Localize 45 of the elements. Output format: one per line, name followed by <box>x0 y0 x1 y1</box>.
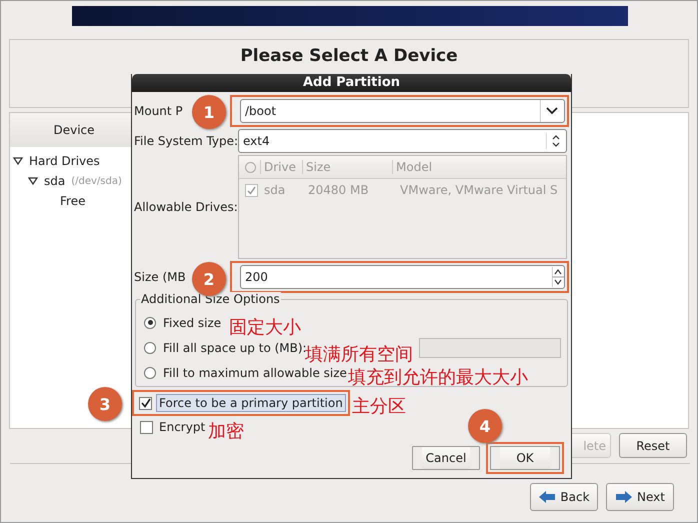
field-label: Size (MB <box>134 270 186 284</box>
column-header: Model <box>392 160 566 174</box>
panel-button[interactable]: Reset <box>619 433 687 458</box>
circle-icon <box>245 162 256 172</box>
field-label: Allowable Drives: <box>134 200 234 214</box>
checkbox[interactable] <box>139 396 152 410</box>
expander-icon[interactable] <box>13 156 23 166</box>
annotation-note: 固定大小 <box>229 316 301 339</box>
mount-point-combo[interactable]: /boot <box>240 99 565 123</box>
table-cell-text: sda <box>263 183 286 197</box>
next-button[interactable]: Next <box>606 483 674 511</box>
table-cell-text: VMware, VMware Virtual S <box>399 183 559 197</box>
size-spin-field[interactable]: 200 <box>240 265 565 289</box>
column-header: Size <box>302 160 392 174</box>
annotation-note: 填充到允许的最大大小 <box>348 366 528 389</box>
tree-item[interactable]: Hard Drives <box>29 154 100 168</box>
option-label[interactable]: Fixed size <box>163 316 222 330</box>
left-arrow-icon <box>538 490 556 504</box>
expander-icon[interactable] <box>28 176 38 186</box>
field-label: Mount P <box>134 104 183 118</box>
dialog-title: Add Partition <box>132 74 571 92</box>
dialog-button[interactable]: Cancel <box>409 443 483 473</box>
option-label[interactable]: Fill to maximum allowable size <box>163 366 347 380</box>
annotation-note: 主分区 <box>352 395 406 418</box>
dialog-button[interactable]: OK <box>486 442 564 474</box>
checkbox[interactable] <box>140 420 153 434</box>
checkbox[interactable] <box>245 184 258 196</box>
tree-item[interactable]: sda <box>44 174 66 188</box>
radio-button[interactable] <box>144 366 156 378</box>
table-cell-text: 20480 MB <box>307 183 370 197</box>
option-label[interactable]: Fill all space up to (MB): <box>163 340 307 354</box>
right-arrow-icon <box>615 490 634 504</box>
column-header: Drive <box>260 160 302 174</box>
radio-button[interactable] <box>144 316 156 328</box>
checkbox-label[interactable]: Force to be a primary partition <box>156 394 346 412</box>
radio-button[interactable] <box>144 342 156 354</box>
back-button[interactable]: Back <box>530 483 598 511</box>
annotation-note: 加密 <box>208 420 244 443</box>
spinner-icon[interactable] <box>552 267 564 287</box>
device-path: (/dev/sda) <box>71 176 122 186</box>
annotation-note: 填满所有空间 <box>305 344 413 366</box>
file-system-dropdown[interactable]: ext4 <box>238 129 567 153</box>
checkbox-label[interactable]: Encrypt <box>159 420 206 434</box>
tree-item[interactable]: Free <box>60 194 86 208</box>
page-title: Please Select A Device <box>240 46 458 66</box>
